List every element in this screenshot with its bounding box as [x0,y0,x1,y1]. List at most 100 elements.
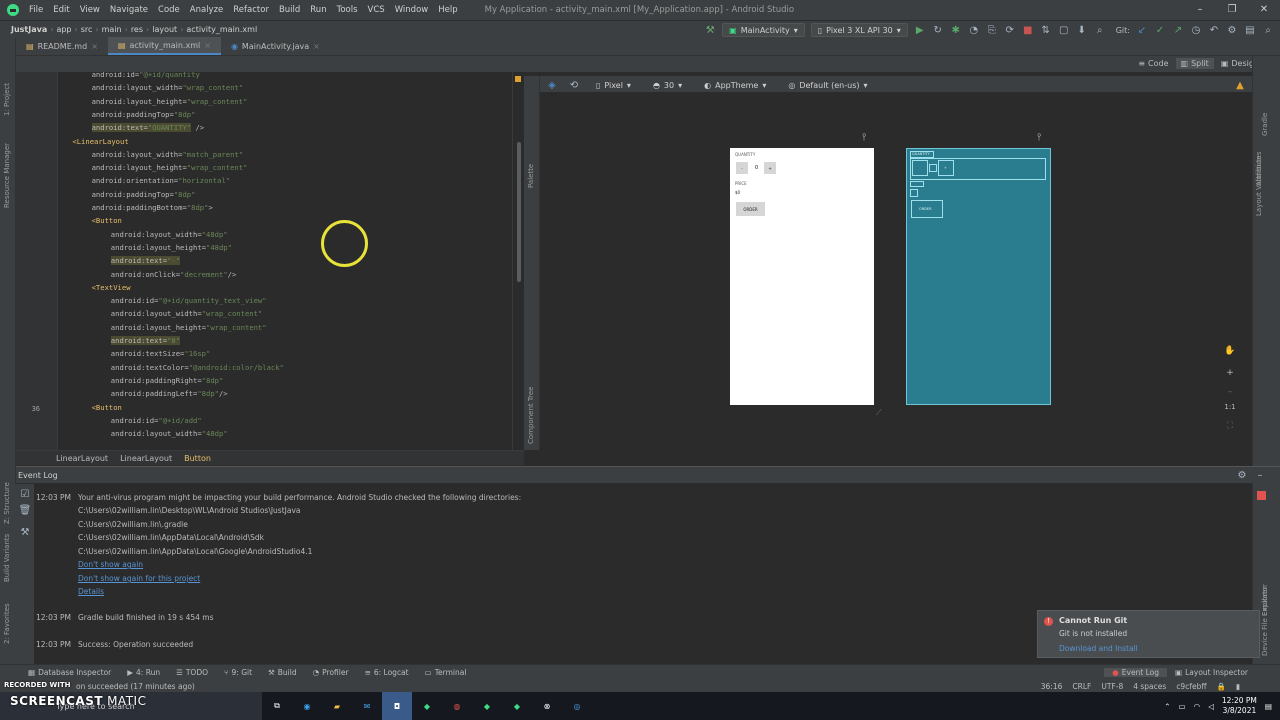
sdk-manager-icon[interactable]: ⬇ [1076,24,1088,36]
bottom-tool-button[interactable]: ≡ 6: Logcat [357,668,417,677]
bottom-tool-button[interactable]: ▦ Database Inspector [20,668,119,677]
settings-icon[interactable]: ⚙ [1226,24,1238,36]
bp-quantity-box-2[interactable] [929,164,937,172]
component-tree-tool-tab[interactable]: Component Tree [527,387,535,444]
code-line[interactable]: android:layout_width="match_parent" [92,150,524,163]
project-tool-tab[interactable]: 1: Project [3,83,11,116]
menu-build[interactable]: Build [274,5,305,15]
lock-icon[interactable]: 🔒 [1217,682,1226,691]
code-line[interactable]: android:orientation="horizontal" [92,176,524,189]
search-icon[interactable]: ⌕ [1094,24,1106,36]
menu-file[interactable]: File [24,5,48,15]
error-indicator-icon[interactable] [1257,491,1266,500]
taskbar-clock[interactable]: 12:20 PM 3/8/2021 [1222,696,1257,716]
nav-crumb[interactable]: res [128,25,146,34]
code-editor[interactable]: 36 android:id="@+id/quantity android:layo… [16,72,524,450]
code-line[interactable]: <Button [92,403,524,416]
favorites-tool-tab[interactable]: 2: Favorites [3,603,11,644]
crumb-linearlayout-2[interactable]: LinearLayout [120,454,172,463]
code-line[interactable]: android:layout_width="wrap_content" [111,309,524,322]
code-line[interactable]: android:id="@+id/quantity [92,72,524,83]
layers-icon[interactable]: ◈ [546,79,558,91]
bottom-tool-button[interactable]: ☰ TODO [168,668,216,677]
run-icon[interactable]: ▶ [914,24,926,36]
hammer-icon[interactable]: ⚒ [704,24,716,36]
code-line[interactable]: <TextView [92,283,524,296]
pin-icon-2[interactable]: ⫯ [1037,132,1041,143]
zoom-fit-icon[interactable]: ⛶ [1222,418,1238,434]
line-separator[interactable]: CRLF [1072,682,1091,691]
code-line[interactable]: android:paddingTop="8dp" [92,190,524,203]
menu-window[interactable]: Window [390,5,434,15]
avd-manager-icon[interactable]: ▢ [1058,24,1070,36]
nav-crumb[interactable]: layout [149,25,180,34]
task-view-icon[interactable]: ⧉ [262,692,292,720]
preview-minus-button[interactable]: - [736,162,748,174]
notification-center-icon[interactable]: ▤ [1265,702,1272,711]
menu-refactor[interactable]: Refactor [228,5,274,15]
screencastomatic-icon[interactable]: ◘ [382,692,412,720]
code-line[interactable]: android:textSize="16sp" [111,349,524,362]
rollback-icon[interactable]: ↶ [1208,24,1220,36]
preview-order-button[interactable]: ORDER [736,202,765,216]
code-line[interactable]: android:id="@+id/add" [111,416,524,429]
nav-crumb[interactable]: JustJava [8,25,50,34]
code-line[interactable]: android:onClick="decrement"/> [111,270,524,283]
code-line[interactable]: android:layout_height="48dp" [111,243,524,256]
nav-crumb[interactable]: app [53,25,74,34]
code-line[interactable]: android:paddingLeft="8dp"/> [111,389,524,402]
download-install-link[interactable]: Download and Install [1059,644,1138,653]
run-config-select[interactable]: ▣ MainActivity ▾ [722,23,805,37]
code-view-button[interactable]: ≡ Code [1133,58,1173,69]
nav-crumb[interactable]: src [78,25,96,34]
file-encoding[interactable]: UTF-8 [1101,682,1123,691]
wifi-icon[interactable]: ◠ [1194,702,1201,711]
menu-tools[interactable]: Tools [332,5,363,15]
git-update-icon[interactable]: ↙ [1136,24,1148,36]
layout-inspector-tool-button[interactable]: ▣ Layout Inspector [1167,668,1256,677]
xbox-icon[interactable]: ⊗ [532,692,562,720]
close-tab-icon[interactable]: × [91,42,98,51]
dont-show-again-link[interactable]: Don't show again [78,560,143,569]
code-line[interactable]: android:text="0" [110,336,524,349]
layout-icon[interactable]: ▤ [1244,24,1256,36]
git-branch[interactable]: c9cfebff [1176,682,1206,691]
close-tab-icon[interactable]: × [313,42,320,51]
pin-icon[interactable]: ⫯ [862,132,866,143]
nav-crumb[interactable]: main [99,25,125,34]
close-tab-icon[interactable]: × [204,41,211,50]
code-line[interactable]: android:paddingTop="8dp" [92,110,524,123]
menu-help[interactable]: Help [433,5,462,15]
warning-icon[interactable]: ▲ [1234,79,1246,91]
code-line[interactable]: android:paddingBottom="8dp"> [92,203,524,216]
zoom-out-icon[interactable]: – [1222,384,1238,400]
code-line[interactable]: android:layout_height="wrap_content" [111,323,524,336]
code-line[interactable]: android:layout_width="48dp" [111,429,524,442]
device-file-explorer-tool-tab[interactable]: Device File Explorer [1261,587,1269,656]
git-commit-icon[interactable]: ✓ [1154,24,1166,36]
crumb-button[interactable]: Button [184,454,211,463]
stop-icon[interactable]: ■ [1022,24,1034,36]
dont-show-again-project-link[interactable]: Don't show again for this project [78,574,200,583]
mark-read-icon[interactable]: ☑ [19,488,31,500]
blueprint-preview[interactable]: QUANTITY + ORDER [906,148,1051,405]
wrench-icon[interactable]: ⚒ [19,526,31,538]
menu-edit[interactable]: Edit [48,5,74,15]
editor-tab[interactable]: ▤ README.md × [16,37,108,55]
bottom-tool-button[interactable]: ▭ Terminal [417,668,475,677]
caret-position[interactable]: 36:16 [1041,682,1063,691]
crumb-linearlayout-1[interactable]: LinearLayout [56,454,108,463]
device-select[interactable]: ▯ Pixel 3 XL API 30 ▾ [810,23,908,37]
indent-setting[interactable]: 4 spaces [1133,682,1166,691]
code-line[interactable]: android:paddingRight="8dp" [111,376,524,389]
theme-select[interactable]: ◐ AppTheme ▾ [698,78,772,92]
bp-minus-box[interactable] [912,160,928,176]
editor-tab[interactable]: ▤ activity_main.xml × [107,37,221,55]
apply-changes-icon[interactable]: ⟳ [1004,24,1016,36]
magnifier-icon[interactable]: ⌕ [1262,24,1274,36]
code-line[interactable]: android:text="-" [110,256,524,269]
android-studio-taskbar-icon[interactable]: ◆ [412,692,442,720]
resource-manager-tool-tab[interactable]: Resource Manager [3,143,11,208]
maximize-icon[interactable]: ❐ [1216,0,1248,20]
code-line[interactable]: android:layout_width="wrap_content" [92,83,524,96]
